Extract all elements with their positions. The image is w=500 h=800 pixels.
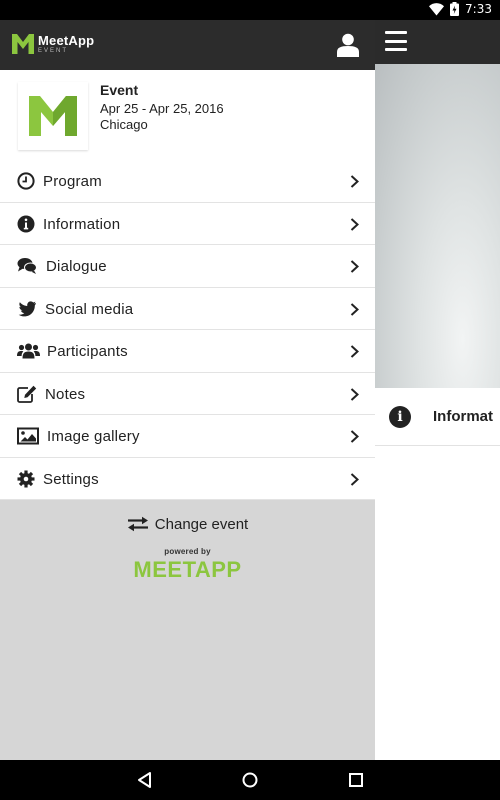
drawer-header: MeetApp EVENT [0, 20, 375, 70]
menu-label-settings: Settings [43, 470, 99, 488]
battery-icon [450, 2, 460, 16]
menu-label-social-media: Social media [45, 300, 134, 318]
chevron-right-icon [350, 260, 359, 273]
powered-by-label: powered by [164, 547, 211, 556]
wifi-icon [429, 2, 445, 16]
menu-item-dialogue[interactable]: Dialogue [0, 245, 375, 288]
information-row-label: Informat [433, 408, 493, 425]
main-toolbar [375, 20, 500, 64]
clock-icon [17, 172, 35, 190]
event-location: Chicago [100, 117, 148, 132]
navigation-bar [0, 760, 500, 800]
drawer-menu: Program Information Dialogue Social medi… [0, 160, 375, 500]
main-app-panel: i Informat [375, 20, 500, 760]
menu-label-dialogue: Dialogue [46, 258, 107, 275]
chevron-right-icon [350, 217, 359, 231]
menu-item-image-gallery[interactable]: Image gallery [0, 415, 375, 458]
people-icon [17, 343, 40, 359]
edit-note-icon [17, 385, 37, 403]
chevron-right-icon [350, 302, 359, 316]
hero-image [375, 64, 500, 388]
chevron-right-icon [350, 345, 359, 358]
menu-label-program: Program [43, 173, 102, 190]
menu-item-information[interactable]: Information [0, 202, 375, 245]
gear-icon [17, 470, 35, 487]
menu-label-image-gallery: Image gallery [47, 428, 140, 445]
meetapp-m-icon [12, 34, 34, 54]
menu-item-participants[interactable]: Participants [0, 330, 375, 373]
change-event-label: Change event [154, 515, 249, 533]
hamburger-menu-icon[interactable] [385, 31, 407, 51]
swap-arrows-icon [127, 516, 148, 532]
event-dates: Apr 25 - Apr 25, 2016 [100, 101, 224, 116]
chevron-right-icon [350, 472, 359, 486]
event-logo [18, 82, 88, 150]
chevron-right-icon [350, 175, 359, 188]
meetapp-logo: MeetApp EVENT [12, 34, 94, 54]
menu-label-information: Information [43, 215, 121, 233]
chat-bubbles-icon [17, 258, 37, 274]
information-row[interactable]: i Informat [375, 388, 500, 446]
menu-item-social-media[interactable]: Social media [0, 287, 375, 330]
home-icon[interactable] [240, 770, 260, 790]
powered-brand-logo: MEETAPP [133, 557, 242, 582]
status-bar: 7:33 [0, 0, 500, 20]
user-profile-icon[interactable] [337, 33, 359, 57]
brand-name: MeetApp [38, 33, 95, 48]
change-event-button[interactable]: Change event [0, 512, 375, 536]
status-time: 7:33 [465, 2, 492, 16]
info-icon: i [389, 406, 411, 428]
brand-sub: EVENT [38, 48, 69, 54]
powered-by-meetapp: powered by MEETAPP [0, 547, 375, 583]
event-title: Event [100, 82, 139, 98]
menu-item-settings[interactable]: Settings [0, 457, 375, 500]
menu-label-notes: Notes [45, 385, 86, 403]
info-icon [17, 215, 35, 232]
recents-icon[interactable] [346, 770, 366, 790]
status-icons: 7:33 [429, 2, 492, 16]
chevron-right-icon [350, 430, 359, 443]
menu-item-notes[interactable]: Notes [0, 372, 375, 415]
navigation-drawer: MeetApp EVENT Event Apr 25 - Apr 25, 201… [0, 20, 375, 760]
menu-item-program[interactable]: Program [0, 160, 375, 203]
chevron-right-icon [350, 387, 359, 401]
menu-label-participants: Participants [47, 343, 128, 360]
event-m-logo [29, 96, 77, 136]
back-icon[interactable] [135, 770, 155, 790]
image-icon [17, 427, 39, 445]
twitter-bird-icon [18, 300, 36, 316]
